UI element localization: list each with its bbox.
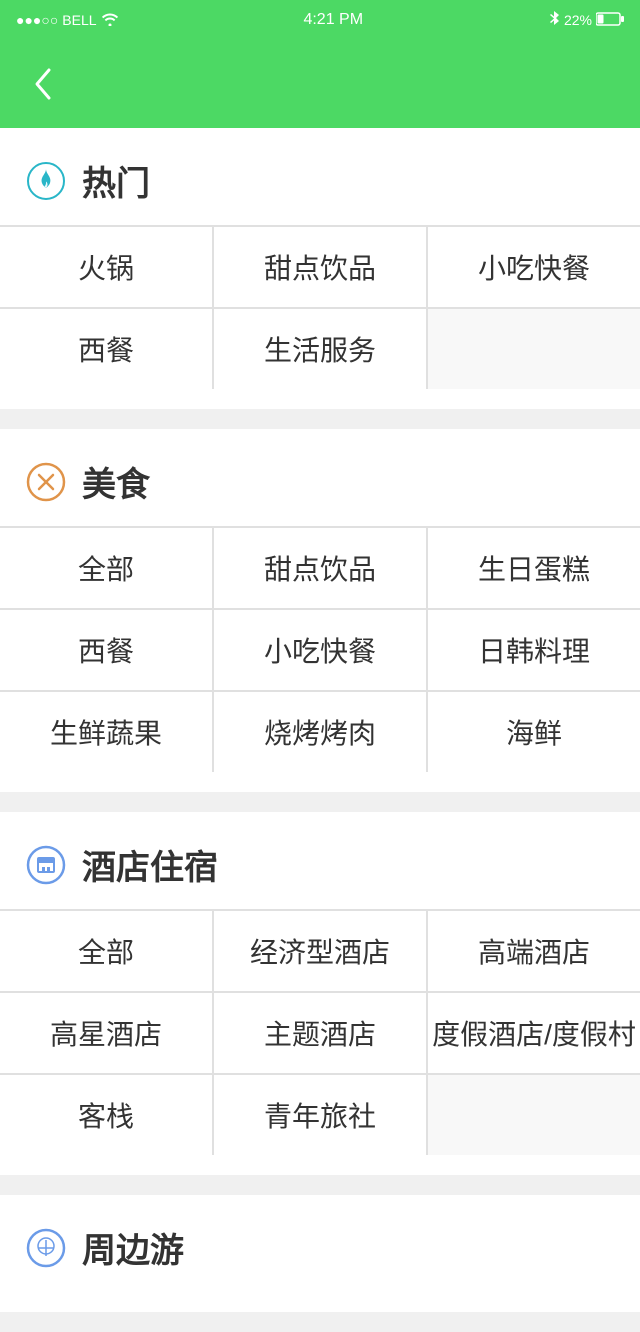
grid-item[interactable]: 高端酒店 <box>428 911 640 991</box>
grid-item[interactable]: 青年旅社 <box>214 1075 426 1155</box>
grid-item[interactable]: 全部 <box>0 911 212 991</box>
tour-icon <box>24 1226 68 1270</box>
section-header-hot: 热门 <box>0 128 640 225</box>
fork-icon <box>24 460 68 504</box>
status-time: 4:21 PM <box>303 11 363 29</box>
grid-item[interactable]: 生日蛋糕 <box>428 528 640 608</box>
grid-item <box>428 309 640 389</box>
back-button[interactable] <box>20 62 64 106</box>
section-title-food: 美食 <box>82 457 150 506</box>
grid-item[interactable]: 烧烤烤肉 <box>214 692 426 772</box>
section-header-food: 美食 <box>0 429 640 526</box>
grid-item[interactable]: 高星酒店 <box>0 993 212 1073</box>
grid-item[interactable]: 客栈 <box>0 1075 212 1155</box>
grid-item[interactable]: 全部 <box>0 528 212 608</box>
flame-icon <box>24 159 68 203</box>
section-header-hotel: 酒店住宿 <box>0 812 640 909</box>
section-title-hotel: 酒店住宿 <box>82 840 218 889</box>
section-hotel: 酒店住宿全部经济型酒店高端酒店高星酒店主题酒店度假酒店/度假村客栈青年旅社 <box>0 812 640 1175</box>
content: 热门火锅甜点饮品小吃快餐西餐生活服务美食全部甜点饮品生日蛋糕西餐小吃快餐日韩料理… <box>0 128 640 1312</box>
status-bar: ●●●○○ BELL 4:21 PM 22% <box>0 0 640 40</box>
battery-percent: 22% <box>564 12 592 28</box>
grid-item[interactable]: 火锅 <box>0 227 212 307</box>
status-left: ●●●○○ BELL <box>16 12 119 29</box>
grid-item[interactable]: 西餐 <box>0 309 212 389</box>
grid-item[interactable]: 生活服务 <box>214 309 426 389</box>
wifi-icon <box>101 12 119 29</box>
grid-item[interactable]: 海鲜 <box>428 692 640 772</box>
section-tour: 周边游 <box>0 1195 640 1312</box>
grid-hotel: 全部经济型酒店高端酒店高星酒店主题酒店度假酒店/度假村客栈青年旅社 <box>0 909 640 1155</box>
grid-item[interactable]: 度假酒店/度假村 <box>428 993 640 1073</box>
grid-hot: 火锅甜点饮品小吃快餐西餐生活服务 <box>0 225 640 389</box>
status-right: 22% <box>548 11 624 30</box>
bluetooth-icon <box>548 11 560 30</box>
grid-item[interactable]: 小吃快餐 <box>214 610 426 690</box>
grid-item[interactable]: 经济型酒店 <box>214 911 426 991</box>
section-hot: 热门火锅甜点饮品小吃快餐西餐生活服务 <box>0 128 640 409</box>
grid-item <box>428 1075 640 1155</box>
section-title-tour: 周边游 <box>82 1223 184 1272</box>
battery-icon <box>596 12 624 29</box>
section-title-hot: 热门 <box>82 156 150 205</box>
section-food: 美食全部甜点饮品生日蛋糕西餐小吃快餐日韩料理生鲜蔬果烧烤烤肉海鲜 <box>0 429 640 792</box>
grid-item[interactable]: 甜点饮品 <box>214 227 426 307</box>
grid-item[interactable]: 小吃快餐 <box>428 227 640 307</box>
grid-item[interactable]: 主题酒店 <box>214 993 426 1073</box>
grid-item[interactable]: 生鲜蔬果 <box>0 692 212 772</box>
signal-dots: ●●●○○ <box>16 12 58 28</box>
nav-bar <box>0 40 640 128</box>
carrier: BELL <box>62 12 96 28</box>
grid-item[interactable]: 甜点饮品 <box>214 528 426 608</box>
grid-item[interactable]: 日韩料理 <box>428 610 640 690</box>
grid-item[interactable]: 西餐 <box>0 610 212 690</box>
section-header-tour: 周边游 <box>0 1195 640 1292</box>
hotel-icon <box>24 843 68 887</box>
grid-food: 全部甜点饮品生日蛋糕西餐小吃快餐日韩料理生鲜蔬果烧烤烤肉海鲜 <box>0 526 640 772</box>
